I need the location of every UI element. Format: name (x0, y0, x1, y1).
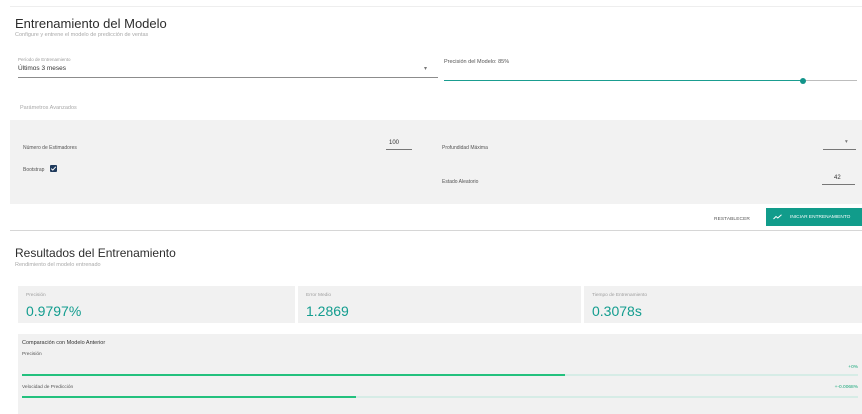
metric-label: Error Medio (306, 293, 332, 298)
training-card: Entrenamiento del Modelo Configure y ent… (10, 6, 862, 231)
trending-up-icon (773, 214, 782, 220)
comparison-speed-delta: +-0.0068% (834, 385, 858, 390)
advanced-params-label: Parámetros Avanzados (20, 105, 77, 111)
metric-card-precision: Precisión 0.9797% (18, 286, 295, 323)
comparison-precision-label: Precisión (22, 352, 42, 357)
comparison-speed-bar (22, 396, 858, 398)
page-title: Entrenamiento del Modelo (15, 16, 167, 31)
comparison-precision-delta: +0% (848, 365, 858, 370)
period-select-underline (18, 77, 438, 78)
results-title: Resultados del Entrenamiento (15, 246, 176, 260)
metric-label: Tiempo de Entrenamiento (592, 293, 648, 298)
estimators-input-underline (386, 149, 412, 150)
precision-slider-fill (444, 80, 804, 81)
estimators-input[interactable]: 100 (389, 140, 399, 146)
comparison-speed-bar-fill (22, 396, 357, 398)
check-icon (50, 166, 57, 171)
bootstrap-checkbox[interactable] (50, 165, 57, 172)
bootstrap-label: Bootstrap (23, 167, 45, 173)
start-training-button[interactable]: INICIAR ENTRENAMIENTO (766, 208, 862, 226)
random-state-label: Estado Aleatorio (442, 179, 479, 185)
results-subtitle: Rendimiento del modelo entrenado (15, 262, 101, 268)
metric-label: Precisión (26, 293, 46, 298)
comparison-precision-bar-fill (22, 374, 566, 376)
period-select-label: Período de Entrenamiento (18, 57, 71, 62)
comparison-title: Comparación con Modelo Anterior (22, 340, 106, 346)
metric-value: 0.9797% (26, 303, 82, 319)
chevron-down-icon[interactable]: ▾ (845, 139, 848, 145)
comparison-panel: Comparación con Modelo Anterior Precisió… (18, 334, 862, 414)
results-card: Resultados del Entrenamiento Rendimiento… (10, 236, 862, 414)
metric-card-time: Tiempo de Entrenamiento 0.3078s (584, 286, 862, 323)
random-state-input-underline (822, 184, 855, 185)
precision-slider-label: Precisión del Modelo: 85% (444, 59, 510, 65)
chevron-down-icon[interactable]: ▾ (424, 65, 427, 72)
max-depth-label: Profundidad Máxima (442, 145, 488, 151)
metric-value: 0.3078s (592, 303, 642, 319)
period-select[interactable]: Últimos 3 meses (18, 65, 66, 72)
precision-slider[interactable] (444, 78, 857, 84)
max-depth-select[interactable] (823, 149, 856, 150)
metric-value: 1.2869 (306, 303, 349, 319)
reset-button[interactable]: RESTABLECER (714, 217, 750, 222)
precision-slider-thumb[interactable] (800, 78, 807, 84)
estimators-label: Número de Estimadores (23, 145, 77, 151)
start-training-label: INICIAR ENTRENAMIENTO (790, 214, 851, 220)
comparison-speed-label: Velocidad de Predicción (22, 385, 74, 390)
random-state-input[interactable]: 42 (834, 175, 841, 181)
page-subtitle: Configure y entrene el modelo de predicc… (15, 32, 149, 38)
comparison-precision-bar (22, 374, 858, 376)
advanced-params-panel: Número de Estimadores 100 Profundidad Má… (10, 120, 862, 204)
metric-card-error: Error Medio 1.2869 (298, 286, 581, 323)
